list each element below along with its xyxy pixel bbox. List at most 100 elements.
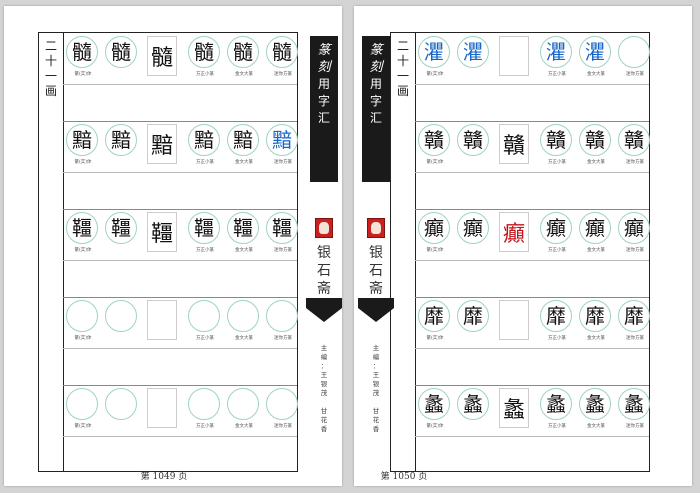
glyph-circle: 灈 <box>540 36 572 68</box>
glyph-cell: 贛方正小篆 <box>539 124 575 170</box>
font-style-caption: 金文大篆 <box>235 336 253 341</box>
character-row: 黯繁(实)体黯黯黯方正小篆黯金文大篆黯迷你方篆 <box>63 121 298 210</box>
glyph-cell: 癲方正小篆 <box>539 212 575 258</box>
glyph-circle: 癲 <box>457 212 489 244</box>
character-row: 灈繁(实)体灈灈方正小篆灈金文大篆 迷你方篆 <box>415 33 650 122</box>
font-style-caption: 繁(实)体 <box>426 160 444 165</box>
glyph-circle: 灈 <box>457 36 489 68</box>
glyph-cell: 韁金文大篆 <box>226 212 262 258</box>
glyph-cell: 髓繁(实)体 <box>65 36 101 82</box>
chevron-decoration <box>358 298 394 322</box>
spine-panel-left: 篆 刻 用 字 汇 银 石 斋 主 编 ： 王 银 茂 甘 花 香 <box>306 36 342 456</box>
glyph-cell: 髓 <box>104 36 140 82</box>
glyph-circle: 癲 <box>579 212 611 244</box>
glyph-cell: 癲繁(实)体 <box>417 212 453 258</box>
glyph-cell: 癲金文大篆 <box>578 212 614 258</box>
glyph-circle: 韁 <box>227 212 259 244</box>
glyph-cell: 韁方正小篆 <box>187 212 223 258</box>
publisher-logo-icon <box>315 218 333 238</box>
glyph-cell <box>497 36 533 82</box>
editors-credit: 主 编 ： 王 银 茂 甘 花 香 <box>372 344 380 433</box>
glyph-circle: 贛 <box>618 124 650 156</box>
glyph-cell: 迷你方篆 <box>265 388 301 434</box>
glyph-circle: 蠡 <box>579 388 611 420</box>
glyph-band: 繁(实)体 方正小篆 金文大篆 迷你方篆 <box>63 385 298 437</box>
font-style-caption: 金文大篆 <box>587 336 605 341</box>
glyph-cell <box>104 300 140 346</box>
left-page: 二 十 一 画 髓繁(实)体髓髓髓方正小篆髓金文大篆髓迷你方篆黯繁(实)体黯黯黯… <box>4 6 342 486</box>
glyph-circle: 蠡 <box>457 388 489 420</box>
glyph-cell <box>145 388 181 434</box>
publisher-name: 银 石 斋 <box>317 245 331 297</box>
character-row: 繁(实)体 方正小篆 金文大篆 迷你方篆 <box>63 297 298 386</box>
glyph-circle <box>188 300 220 332</box>
glyph-circle: 黯 <box>266 124 298 156</box>
page-number: 第 1050 页 <box>380 472 428 482</box>
glyph-circle: 贛 <box>540 124 572 156</box>
glyph-cell: 靡迷你方篆 <box>617 300 653 346</box>
glyph-circle: 黯 <box>227 124 259 156</box>
stroke-count-label: 二 十 一 画 <box>44 39 57 98</box>
glyph-cell <box>104 388 140 434</box>
glyph-circle: 黯 <box>188 124 220 156</box>
font-style-caption: 方正小篆 <box>548 248 566 253</box>
glyph-band: 癲繁(实)体癲癲癲方正小篆癲金文大篆癲迷你方篆 <box>415 209 650 261</box>
glyph-cell: 癲 <box>456 212 492 258</box>
glyph-circle: 髓 <box>227 36 259 68</box>
stroke-count-label: 二 十 一 画 <box>396 39 409 98</box>
glyph-cell: 繁(实)体 <box>65 300 101 346</box>
glyph-circle: 韁 <box>188 212 220 244</box>
font-style-caption: 繁(实)体 <box>74 336 92 341</box>
publisher-name: 银 石 斋 <box>369 245 383 297</box>
glyph-band: 繁(实)体 方正小篆 金文大篆 迷你方篆 <box>63 297 298 349</box>
seal-glyph-square: 癲 <box>499 212 529 252</box>
glyph-cell: 靡 <box>456 300 492 346</box>
font-style-caption: 金文大篆 <box>587 160 605 165</box>
glyph-circle: 癲 <box>418 212 450 244</box>
glyph-cell: 灈繁(实)体 <box>417 36 453 82</box>
right-page: 二 十 一 画 灈繁(实)体灈灈方正小篆灈金文大篆 迷你方篆贛繁(实)体贛贛贛方正… <box>354 6 692 486</box>
glyph-cell: 韁 <box>145 212 181 258</box>
font-style-caption: 方正小篆 <box>196 248 214 253</box>
spine-panel-right: 篆 刻 用 字 汇 银 石 斋 主 编 ： 王 银 茂 甘 花 香 <box>358 36 394 456</box>
font-style-caption: 方正小篆 <box>548 336 566 341</box>
font-style-caption: 迷你方篆 <box>274 336 292 341</box>
glyph-circle: 靡 <box>618 300 650 332</box>
glyph-cell: 靡繁(实)体 <box>417 300 453 346</box>
font-style-caption: 金文大篆 <box>235 424 253 429</box>
glyph-cell: 迷你方篆 <box>617 36 653 82</box>
glyph-band: 蠡繁(实)体蠡蠡蠡方正小篆蠡金文大篆蠡迷你方篆 <box>415 385 650 437</box>
font-style-caption: 方正小篆 <box>196 424 214 429</box>
glyph-cell: 蠡 <box>456 388 492 434</box>
glyph-circle <box>105 300 137 332</box>
glyph-cell: 黯 <box>145 124 181 170</box>
glyph-cell: 贛迷你方篆 <box>617 124 653 170</box>
title-band: 篆 刻 用 字 汇 <box>362 36 390 182</box>
glyph-cell: 贛 <box>456 124 492 170</box>
glyph-circle: 黯 <box>66 124 98 156</box>
glyph-cell: 蠡金文大篆 <box>578 388 614 434</box>
glyph-band: 韁繁(实)体韁韁韁方正小篆韁金文大篆韁迷你方篆 <box>63 209 298 261</box>
font-style-caption: 迷你方篆 <box>626 248 644 253</box>
glyph-cell: 方正小篆 <box>187 388 223 434</box>
font-style-caption: 金文大篆 <box>235 160 253 165</box>
font-style-caption: 方正小篆 <box>196 72 214 77</box>
font-style-caption: 金文大篆 <box>587 248 605 253</box>
character-grid: 二 十 一 画 灈繁(实)体灈灈方正小篆灈金文大篆 迷你方篆贛繁(实)体贛贛贛方正… <box>390 32 650 472</box>
glyph-circle: 贛 <box>457 124 489 156</box>
font-style-caption: 繁(实)体 <box>74 424 92 429</box>
glyph-circle: 髓 <box>188 36 220 68</box>
glyph-circle: 癲 <box>540 212 572 244</box>
font-style-caption: 迷你方篆 <box>274 160 292 165</box>
glyph-cell: 方正小篆 <box>187 300 223 346</box>
glyph-cell: 韁迷你方篆 <box>265 212 301 258</box>
glyph-cell: 韁 <box>104 212 140 258</box>
glyph-cell: 黯方正小篆 <box>187 124 223 170</box>
seal-glyph-square: 蠡 <box>499 388 529 428</box>
glyph-cell: 靡方正小篆 <box>539 300 575 346</box>
seal-glyph-square: 髓 <box>147 36 177 76</box>
font-style-caption: 繁(实)体 <box>74 72 92 77</box>
glyph-circle: 黯 <box>105 124 137 156</box>
editors-credit: 主 编 ： 王 银 茂 甘 花 香 <box>320 344 328 433</box>
glyph-cell: 金文大篆 <box>226 300 262 346</box>
